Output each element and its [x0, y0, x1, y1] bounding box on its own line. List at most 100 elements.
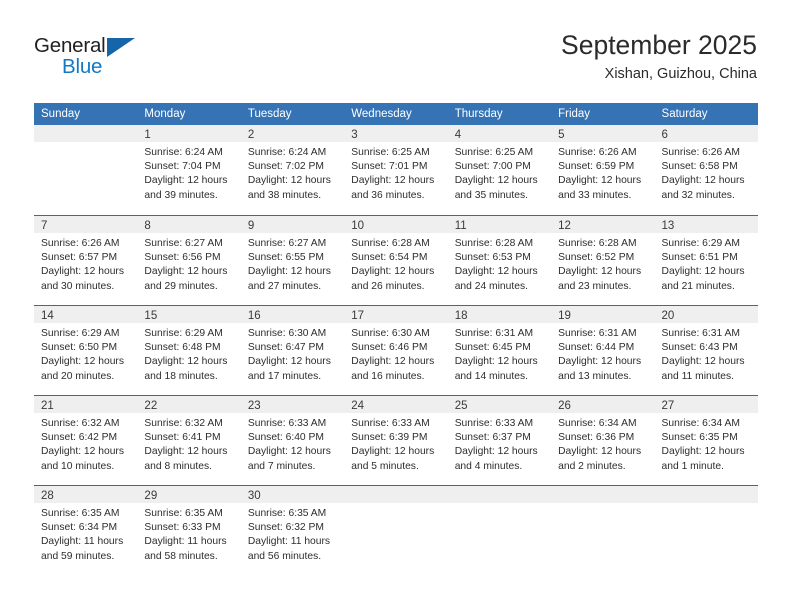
- day-details: Sunrise: 6:33 AM Sunset: 6:39 PM Daylight:…: [344, 413, 447, 474]
- calendar-day-cell[interactable]: 26 Sunrise: 6:34 AM Sunset: 6:36 PM Dayligh…: [551, 396, 655, 485]
- day-number: 28: [41, 490, 54, 502]
- weekday-header-monday: Monday: [144, 108, 186, 120]
- day-detail-line: Daylight: 12 hours: [247, 266, 331, 278]
- day-detail-line: and 17 minutes.: [247, 370, 322, 382]
- calendar-day-cell[interactable]: 13 Sunrise: 6:29 AM Sunset: 6:51 PM Dayligh…: [654, 216, 758, 305]
- day-detail-line: Daylight: 12 hours: [351, 446, 435, 458]
- day-detail-line: and 56 minutes.: [247, 550, 322, 562]
- day-details: Sunrise: 6:27 AM Sunset: 6:56 PM Daylight:…: [137, 233, 240, 294]
- day-detail-line: Daylight: 12 hours: [661, 356, 745, 368]
- calendar-day-cell[interactable]: 24 Sunrise: 6:33 AM Sunset: 6:39 PM Dayligh…: [344, 396, 448, 485]
- day-detail-line: Daylight: 12 hours: [558, 266, 642, 278]
- calendar-day-cell[interactable]: 23 Sunrise: 6:33 AM Sunset: 6:40 PM Dayligh…: [240, 396, 345, 485]
- day-detail-line: Sunrise: 6:31 AM: [454, 328, 534, 339]
- calendar-day-cell-empty: [654, 486, 758, 573]
- day-detail-line: Sunrise: 6:28 AM: [351, 238, 430, 249]
- calendar-day-cell[interactable]: 18 Sunrise: 6:31 AM Sunset: 6:45 PM Dayligh…: [447, 306, 552, 395]
- day-number-band: 10: [344, 216, 448, 233]
- day-details: Sunrise: 6:32 AM Sunset: 6:42 PM Daylight:…: [34, 413, 137, 474]
- day-detail-line: Sunset: 7:04 PM: [144, 161, 221, 173]
- calendar-day-cell[interactable]: 19 Sunrise: 6:31 AM Sunset: 6:44 PM Dayligh…: [551, 306, 655, 395]
- weekday-header-friday: Friday: [558, 108, 591, 120]
- day-number-band: 25: [447, 396, 552, 413]
- logo-text-general: General: [34, 34, 106, 57]
- day-detail-line: Daylight: 12 hours: [41, 356, 124, 368]
- day-number: 8: [144, 220, 151, 232]
- day-details: Sunrise: 6:34 AM Sunset: 6:35 PM Daylight:…: [655, 413, 758, 474]
- day-number-band: 2: [240, 125, 345, 142]
- day-number: 21: [41, 400, 54, 412]
- calendar-day-cell-empty: [447, 486, 552, 573]
- calendar-day-cell[interactable]: 3 Sunrise: 6:25 AM Sunset: 7:01 PM Daylight…: [344, 125, 448, 215]
- calendar-day-cell[interactable]: 29 Sunrise: 6:35 AM Sunset: 6:33 PM Dayligh…: [137, 486, 241, 573]
- day-number-band: 21: [34, 396, 138, 413]
- day-detail-line: and 36 minutes.: [351, 189, 425, 201]
- day-detail-line: Sunset: 7:00 PM: [454, 161, 531, 173]
- calendar-day-cell[interactable]: 20 Sunrise: 6:31 AM Sunset: 6:43 PM Dayligh…: [654, 306, 758, 395]
- day-details: Sunrise: 6:28 AM Sunset: 6:54 PM Daylight:…: [344, 233, 447, 294]
- day-detail-line: and 5 minutes.: [351, 460, 419, 472]
- day-detail-line: Daylight: 12 hours: [247, 175, 331, 187]
- calendar-day-cell[interactable]: 7 Sunrise: 6:26 AM Sunset: 6:57 PM Daylight…: [34, 216, 138, 305]
- calendar-day-cell[interactable]: 6 Sunrise: 6:26 AM Sunset: 6:58 PM Daylight…: [654, 125, 758, 215]
- day-number: 30: [247, 490, 261, 502]
- day-detail-line: Sunset: 6:46 PM: [351, 342, 428, 354]
- day-number: 6: [661, 129, 668, 141]
- calendar-day-cell-empty: [34, 125, 138, 215]
- day-number-band: 26: [551, 396, 655, 413]
- calendar-day-cell[interactable]: 14 Sunrise: 6:29 AM Sunset: 6:50 PM Dayligh…: [34, 306, 138, 395]
- day-detail-line: Sunrise: 6:31 AM: [661, 328, 740, 339]
- calendar-weeks: 1 Sunrise: 6:24 AM Sunset: 7:04 PM Daylight…: [34, 125, 758, 573]
- day-details: Sunrise: 6:24 AM Sunset: 7:02 PM Daylight:…: [241, 142, 344, 203]
- day-detail-line: and 30 minutes.: [41, 280, 115, 292]
- day-detail-line: Sunrise: 6:28 AM: [454, 238, 534, 249]
- day-number-band: 20: [654, 306, 758, 323]
- general-blue-logo[interactable]: General Blue: [34, 34, 164, 84]
- day-details: Sunrise: 6:26 AM Sunset: 6:57 PM Daylight:…: [34, 233, 137, 294]
- calendar-day-cell[interactable]: 10 Sunrise: 6:28 AM Sunset: 6:54 PM Dayligh…: [344, 216, 448, 305]
- calendar-day-cell[interactable]: 17 Sunrise: 6:30 AM Sunset: 6:46 PM Dayligh…: [344, 306, 448, 395]
- day-number-band: 22: [137, 396, 241, 413]
- day-detail-line: Sunset: 6:44 PM: [558, 342, 635, 354]
- calendar-day-cell[interactable]: 8 Sunrise: 6:27 AM Sunset: 6:56 PM Daylight…: [137, 216, 241, 305]
- day-details: [344, 503, 447, 507]
- day-detail-line: Sunrise: 6:32 AM: [41, 418, 120, 429]
- calendar-day-cell[interactable]: 4 Sunrise: 6:25 AM Sunset: 7:00 PM Daylight…: [447, 125, 552, 215]
- day-details: [551, 503, 654, 507]
- calendar-day-cell[interactable]: 15 Sunrise: 6:29 AM Sunset: 6:48 PM Dayligh…: [137, 306, 241, 395]
- calendar-day-cell[interactable]: 9 Sunrise: 6:27 AM Sunset: 6:55 PM Daylight…: [240, 216, 345, 305]
- day-detail-line: and 13 minutes.: [558, 370, 632, 382]
- calendar-day-cell[interactable]: 28 Sunrise: 6:35 AM Sunset: 6:34 PM Dayligh…: [34, 486, 138, 573]
- day-number: 13: [661, 220, 675, 232]
- day-number-band: 8: [137, 216, 241, 233]
- calendar-day-cell[interactable]: 22 Sunrise: 6:32 AM Sunset: 6:41 PM Dayligh…: [137, 396, 241, 485]
- logo-text-blue: Blue: [62, 55, 103, 78]
- day-number: 11: [454, 220, 467, 232]
- day-detail-line: and 14 minutes.: [454, 370, 528, 382]
- day-number-band: [447, 486, 552, 503]
- day-number: 19: [558, 310, 571, 322]
- calendar-day-cell[interactable]: 30 Sunrise: 6:35 AM Sunset: 6:32 PM Dayligh…: [240, 486, 345, 573]
- calendar-day-cell[interactable]: 27 Sunrise: 6:34 AM Sunset: 6:35 PM Dayligh…: [654, 396, 758, 485]
- calendar-day-cell[interactable]: 16 Sunrise: 6:30 AM Sunset: 6:47 PM Dayligh…: [240, 306, 345, 395]
- day-detail-line: Sunrise: 6:24 AM: [247, 147, 327, 158]
- day-detail-line: Sunset: 6:48 PM: [144, 342, 221, 354]
- day-details: Sunrise: 6:28 AM Sunset: 6:53 PM Daylight:…: [448, 233, 551, 294]
- calendar-day-cell[interactable]: 12 Sunrise: 6:28 AM Sunset: 6:52 PM Dayligh…: [551, 216, 655, 305]
- calendar-day-cell[interactable]: 11 Sunrise: 6:28 AM Sunset: 6:53 PM Dayligh…: [447, 216, 552, 305]
- calendar-day-cell[interactable]: 2 Sunrise: 6:24 AM Sunset: 7:02 PM Daylight…: [240, 125, 345, 215]
- calendar-day-cell[interactable]: 5 Sunrise: 6:26 AM Sunset: 6:59 PM Daylight…: [551, 125, 655, 215]
- day-details: Sunrise: 6:32 AM Sunset: 6:41 PM Daylight:…: [137, 413, 240, 474]
- day-number-band: 23: [240, 396, 345, 413]
- day-detail-line: Sunset: 6:53 PM: [454, 252, 531, 264]
- day-detail-line: Sunrise: 6:24 AM: [144, 147, 223, 158]
- calendar-day-cell[interactable]: 25 Sunrise: 6:33 AM Sunset: 6:37 PM Dayligh…: [447, 396, 552, 485]
- day-number-band: 14: [34, 306, 138, 323]
- day-detail-line: Daylight: 12 hours: [41, 266, 124, 278]
- calendar-day-cell[interactable]: 21 Sunrise: 6:32 AM Sunset: 6:42 PM Dayligh…: [34, 396, 138, 485]
- calendar-day-cell[interactable]: 1 Sunrise: 6:24 AM Sunset: 7:04 PM Daylight…: [137, 125, 241, 215]
- day-detail-line: and 35 minutes.: [454, 189, 528, 201]
- day-details: Sunrise: 6:34 AM Sunset: 6:36 PM Daylight:…: [551, 413, 654, 474]
- day-detail-line: Sunset: 6:37 PM: [454, 432, 531, 444]
- day-detail-line: and 59 minutes.: [41, 550, 115, 562]
